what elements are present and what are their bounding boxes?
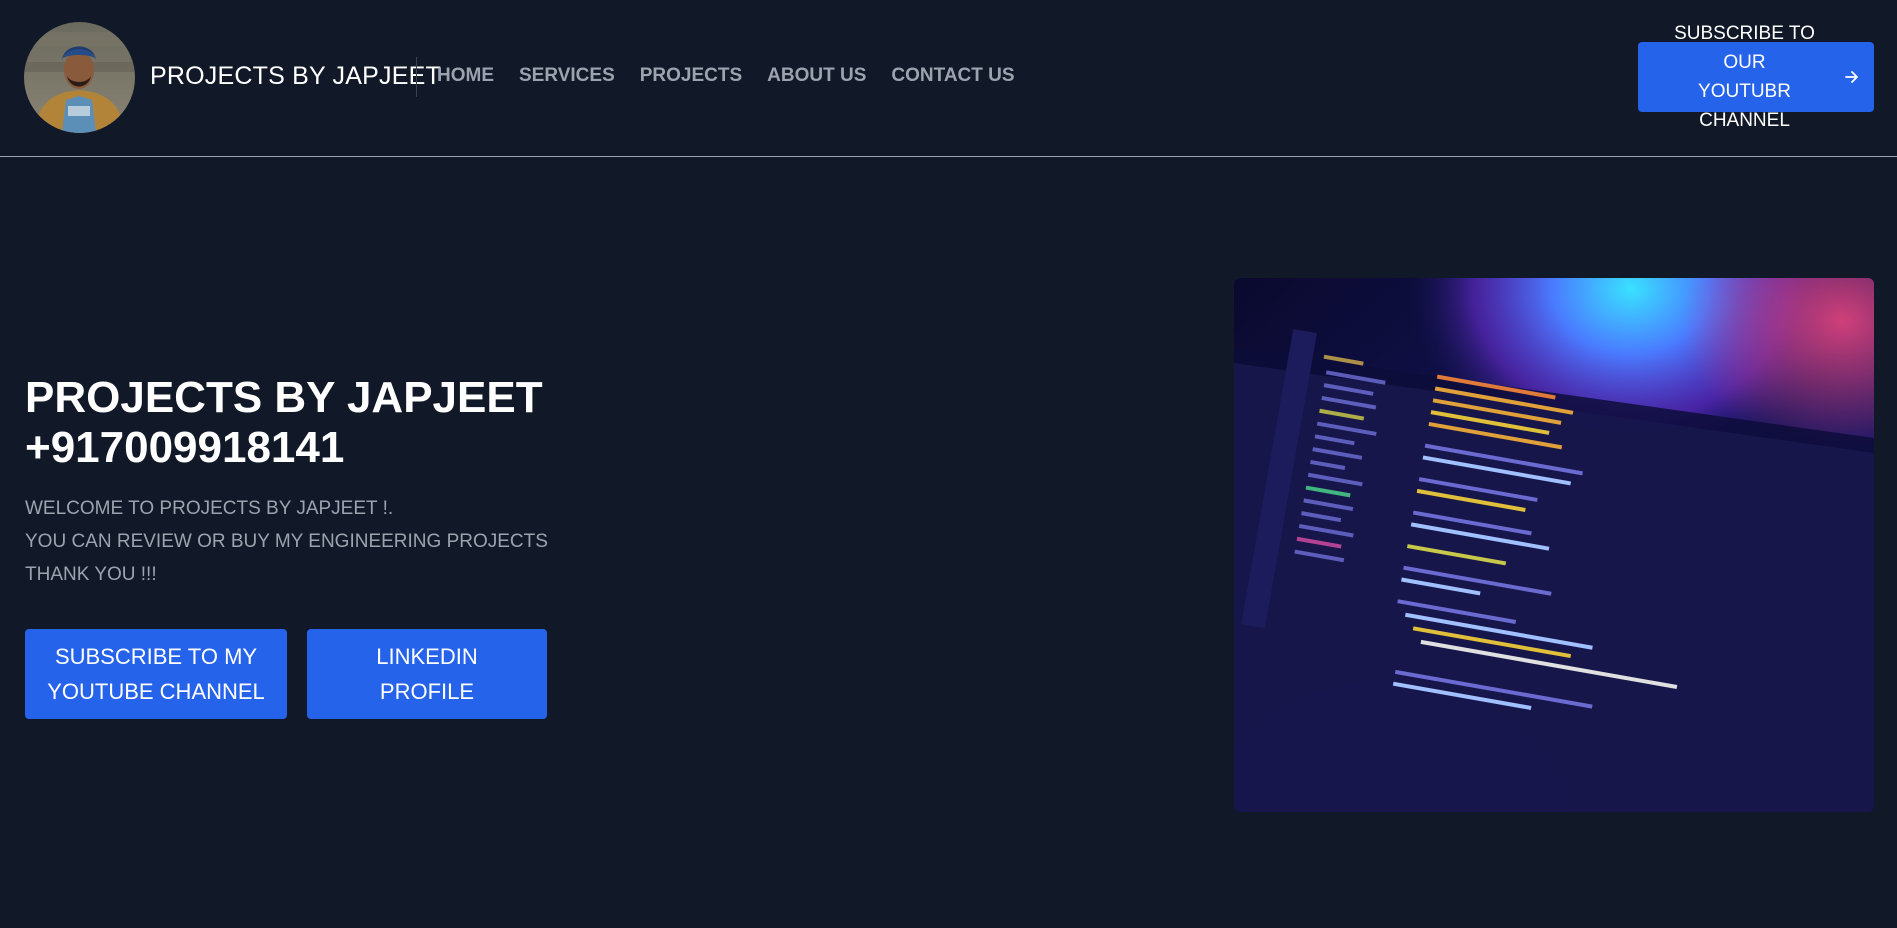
avatar[interactable]: [24, 22, 135, 133]
linkedin-btn-line-2: PROFILE: [379, 679, 475, 704]
linkedin-profile-button[interactable]: LINKEDIN PROFILE: [307, 629, 547, 719]
hero-text-line-3: THANK YOU !!!: [25, 564, 157, 585]
brand-divider: [416, 57, 417, 97]
site-header: PROJECTS BY JAPJEET HOME SERVICES PROJEC…: [0, 0, 1897, 157]
youtube-btn-line-2: YOUTUBE CHANNEL: [47, 679, 265, 704]
subscribe-youtube-button[interactable]: SUBSCRIBE TO MY YOUTUBE CHANNEL: [25, 629, 287, 719]
hero-text-line-1: WELCOME TO PROJECTS BY JAPJEET !.: [25, 498, 394, 519]
hero-phone: +917009918141: [25, 423, 345, 472]
nav-about-us[interactable]: ABOUT US: [767, 65, 866, 87]
nav-services[interactable]: SERVICES: [519, 65, 615, 87]
brand-title[interactable]: PROJECTS BY JAPJEET: [150, 62, 441, 91]
hero-text-line-2: YOU CAN REVIEW OR BUY MY ENGINEERING PRO…: [25, 531, 548, 552]
hero-title-line-1: PROJECTS BY JAPJEET: [25, 373, 543, 422]
subscribe-channel-button[interactable]: SUBSCRIBE TO OUR YOUTUBR CHANNEL: [1638, 23, 1874, 131]
hero-title: PROJECTS BY JAPJEET +917009918141: [25, 373, 543, 473]
cta-line-2: YOUTUBR CHANNEL: [1698, 81, 1791, 131]
main-nav: HOME SERVICES PROJECTS ABOUT US CONTACT …: [437, 65, 1040, 87]
hero-code-image: [1234, 278, 1874, 812]
nav-projects[interactable]: PROJECTS: [640, 65, 742, 87]
youtube-btn-line-1: SUBSCRIBE TO MY: [54, 644, 258, 669]
subscribe-channel-label: SUBSCRIBE TO OUR YOUTUBR CHANNEL: [1652, 19, 1837, 135]
cta-line-1: SUBSCRIBE TO OUR: [1674, 23, 1815, 73]
arrow-right-icon: [1845, 71, 1858, 83]
hero-description: WELCOME TO PROJECTS BY JAPJEET !. YOU CA…: [25, 492, 548, 591]
nav-home[interactable]: HOME: [437, 65, 494, 87]
nav-contact-us[interactable]: CONTACT US: [891, 65, 1014, 87]
linkedin-btn-line-1: LINKEDIN: [376, 644, 478, 669]
